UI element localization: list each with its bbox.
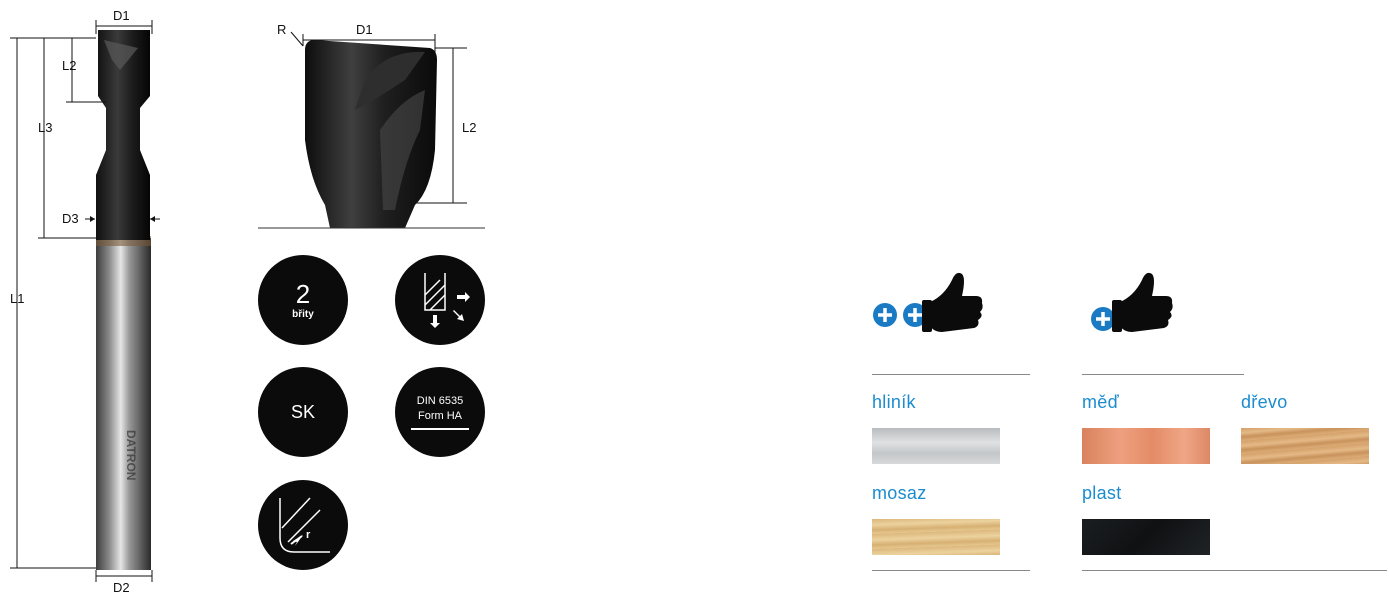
- flutes-label: břity: [292, 308, 314, 320]
- plus-plus-thumbs-up-icon: [873, 272, 983, 332]
- label-l2-detail: L2: [462, 120, 476, 135]
- corner-radius-badge: r: [258, 480, 348, 570]
- material-label-aluminium: hliník: [872, 392, 916, 412]
- tool-full-drawing: DATRON D1 D2 L1 L3 L2 D3: [10, 8, 160, 594]
- label-r: R: [277, 22, 286, 37]
- label-d1-detail: D1: [356, 22, 373, 37]
- label-d1: D1: [113, 8, 130, 23]
- material-swatch-copper: [1082, 428, 1210, 464]
- material-swatch-aluminium: [872, 428, 1000, 464]
- plus-thumbs-up-icon: [1091, 272, 1173, 332]
- norm-underline: [411, 428, 469, 430]
- brand-text: DATRON: [124, 430, 138, 480]
- tool-head-detail: D1 R L2: [258, 22, 485, 229]
- label-l3: L3: [38, 120, 52, 135]
- norm-badge: DIN 6535 Form HA: [395, 367, 485, 457]
- divider-good-bottom: [1082, 570, 1387, 571]
- tool-shank: [96, 238, 151, 570]
- label-d3: D3: [62, 211, 79, 226]
- norm-line2: Form HA: [418, 410, 462, 422]
- corner-radius-icon: r: [279, 497, 330, 553]
- norm-line1: DIN 6535: [416, 395, 464, 407]
- divider-good-top: [1082, 374, 1244, 375]
- material-swatch-plastic: [1082, 519, 1210, 555]
- flutes-number: 2: [295, 278, 311, 309]
- material-swatch-brass: [872, 519, 1000, 555]
- label-d2: D2: [113, 580, 130, 594]
- label-l2: L2: [62, 58, 76, 73]
- cutting-direction-icon: [424, 273, 470, 328]
- material-swatch-wood: [1241, 428, 1369, 464]
- material-label-brass: mosaz: [872, 483, 927, 503]
- material-label-copper: měď: [1082, 392, 1119, 412]
- label-l1: L1: [10, 291, 24, 306]
- material-badge: SK: [258, 367, 348, 457]
- flutes-badge: 2 břity: [258, 255, 348, 345]
- radius-label: r: [306, 529, 311, 541]
- material-code: SK: [290, 401, 315, 422]
- divider-very-good-top: [872, 374, 1030, 375]
- divider-very-good-bottom: [872, 570, 1030, 571]
- material-label-wood: dřevo: [1241, 392, 1288, 412]
- material-label-plastic: plast: [1082, 483, 1122, 503]
- cutting-direction-badge: [395, 255, 485, 345]
